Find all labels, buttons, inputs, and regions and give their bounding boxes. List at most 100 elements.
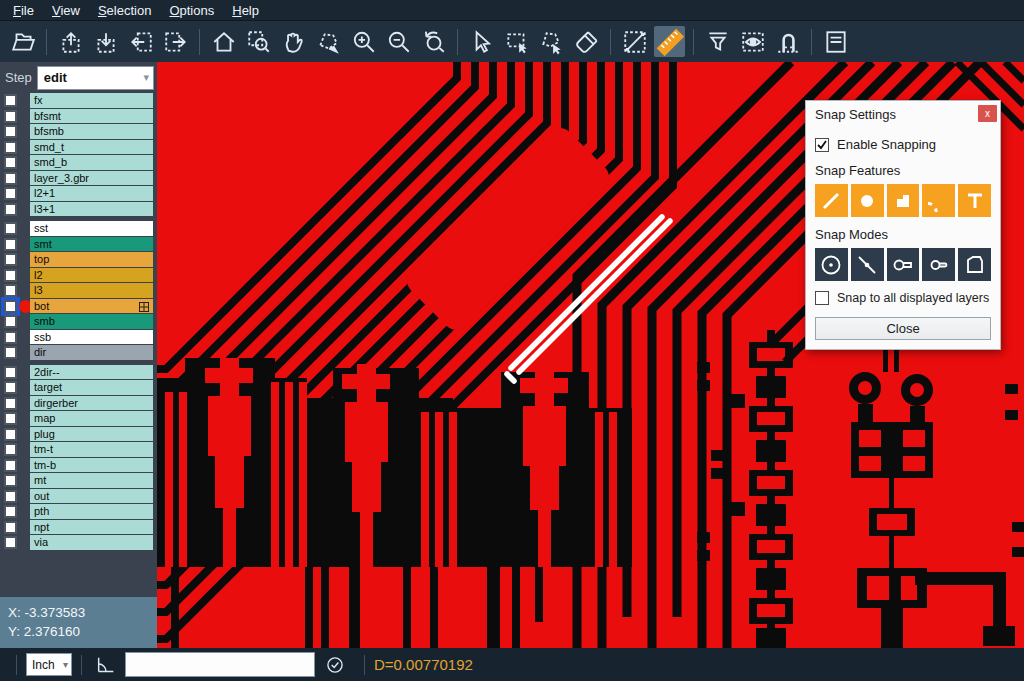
layer-row-top[interactable]: top [0,252,157,268]
layer-checkbox[interactable] [4,443,17,456]
layer-row-bfsmb[interactable]: bfsmb [0,124,157,140]
home-button[interactable] [208,26,239,57]
menu-selection[interactable]: Selection [89,2,160,19]
pan-button[interactable] [278,26,309,57]
enable-snapping-checkbox[interactable] [815,138,829,152]
layer-name[interactable]: layer_3.gbr [30,171,153,187]
zoom-window-button[interactable] [243,26,274,57]
snap-mode-center-button[interactable] [815,248,848,281]
layer-checkbox[interactable] [4,187,17,200]
layer-checkbox[interactable] [4,141,17,154]
layer-row-dir[interactable]: dir [0,345,157,361]
layer-row-fx[interactable]: fx [0,93,157,109]
layer-checkbox[interactable] [4,156,17,169]
grid-icon[interactable] [139,302,149,312]
dialog-close-button[interactable]: x [978,105,997,122]
layer-name[interactable]: bfsmb [30,124,153,140]
menu-file[interactable]: File [4,2,43,19]
step-select[interactable]: edit ▾ [37,66,154,90]
report-button[interactable] [820,26,851,57]
layer-row-smt[interactable]: smt [0,237,157,253]
layer-row-sst[interactable]: sst [0,221,157,237]
layer-name[interactable]: via [30,535,153,551]
layer-row-tm-t[interactable]: tm-t [0,442,157,458]
snap-feature-shape-pad-button[interactable] [887,184,920,217]
layer-name[interactable]: target [30,380,153,396]
layer-checkbox[interactable] [4,331,17,344]
layer-checkbox[interactable] [4,412,17,425]
layer-checkbox[interactable] [4,381,17,394]
layer-name[interactable]: l3+1 [30,202,153,218]
layer-name[interactable]: mt [30,473,153,489]
layer-checkbox[interactable] [4,238,17,251]
snap-mode-point-on-line-button[interactable] [851,248,884,281]
import-right-button[interactable] [160,26,191,57]
zoom-previous-button[interactable] [418,26,449,57]
layer-name[interactable]: bot [30,299,153,315]
layer-checkbox[interactable] [4,222,17,235]
layer-row-map[interactable]: map [0,411,157,427]
menu-options[interactable]: Options [160,2,223,19]
layer-row-smd_b[interactable]: smd_b [0,155,157,171]
layer-checkbox[interactable] [4,397,17,410]
layer-row-smb[interactable]: smb [0,314,157,330]
layer-checkbox[interactable] [4,253,17,266]
layer-name[interactable]: l2 [30,268,153,284]
layer-name[interactable]: l3 [30,283,153,299]
layer-name[interactable]: top [30,252,153,268]
layer-checkbox[interactable] [4,366,17,379]
layer-row-target[interactable]: target [0,380,157,396]
layer-row-l2+1[interactable]: l2+1 [0,186,157,202]
measure-line-button[interactable] [619,26,650,57]
snap-mode-outline-button[interactable] [958,248,991,281]
layer-row-layer_3.gbr[interactable]: layer_3.gbr [0,171,157,187]
snap-mode-obround-end-button[interactable] [887,248,920,281]
layer-checkbox[interactable] [4,284,17,297]
layer-name[interactable]: tm-t [30,442,153,458]
layer-name[interactable]: ssb [30,330,153,346]
layer-checkbox[interactable] [4,315,17,328]
layer-row-2dir--[interactable]: 2dir-- [0,365,157,381]
layer-row-plug[interactable]: plug [0,427,157,443]
layer-row-out[interactable]: out [0,489,157,505]
layer-row-l2[interactable]: l2 [0,268,157,284]
unit-select[interactable]: Inch ▾ [26,653,72,676]
layer-checkbox[interactable] [4,203,17,216]
layer-checkbox[interactable] [4,536,17,549]
layer-checkbox[interactable] [4,505,17,518]
layer-row-via[interactable]: via [0,535,157,551]
layer-name[interactable]: l2+1 [30,186,153,202]
layer-name[interactable]: map [30,411,153,427]
layer-name[interactable]: smd_t [30,140,153,156]
menu-view[interactable]: View [43,2,89,19]
layer-name[interactable]: out [30,489,153,505]
layer-row-l3[interactable]: l3 [0,283,157,299]
snap-all-checkbox[interactable] [815,291,829,305]
refresh-check-icon[interactable] [325,655,345,675]
import-left-button[interactable] [125,26,156,57]
layer-name[interactable]: dir [30,345,153,361]
layer-name[interactable]: smt [30,237,153,253]
layer-row-l3+1[interactable]: l3+1 [0,202,157,218]
snap-feature-round-pad-button[interactable] [851,184,884,217]
layer-row-npt[interactable]: npt [0,520,157,536]
layer-row-smd_t[interactable]: smd_t [0,140,157,156]
import-down-button[interactable] [90,26,121,57]
layer-row-tm-b[interactable]: tm-b [0,458,157,474]
open-button[interactable] [7,26,38,57]
layer-name[interactable]: fx [30,93,153,109]
layer-name[interactable]: 2dir-- [30,365,153,381]
measure-input[interactable] [125,652,315,677]
snap-button[interactable] [772,26,803,57]
layer-name[interactable]: smb [30,314,153,330]
angle-icon[interactable] [95,654,117,676]
layer-row-mt[interactable]: mt [0,473,157,489]
zoom-in-button[interactable] [348,26,379,57]
import-up-button[interactable] [55,26,86,57]
dialog-titlebar[interactable]: Snap Settings x [806,101,1000,128]
layer-checkbox[interactable] [4,474,17,487]
filter-button[interactable] [702,26,733,57]
layer-name[interactable]: dirgerber [30,396,153,412]
layer-checkbox[interactable] [4,490,17,503]
menu-help[interactable]: Help [223,2,268,19]
